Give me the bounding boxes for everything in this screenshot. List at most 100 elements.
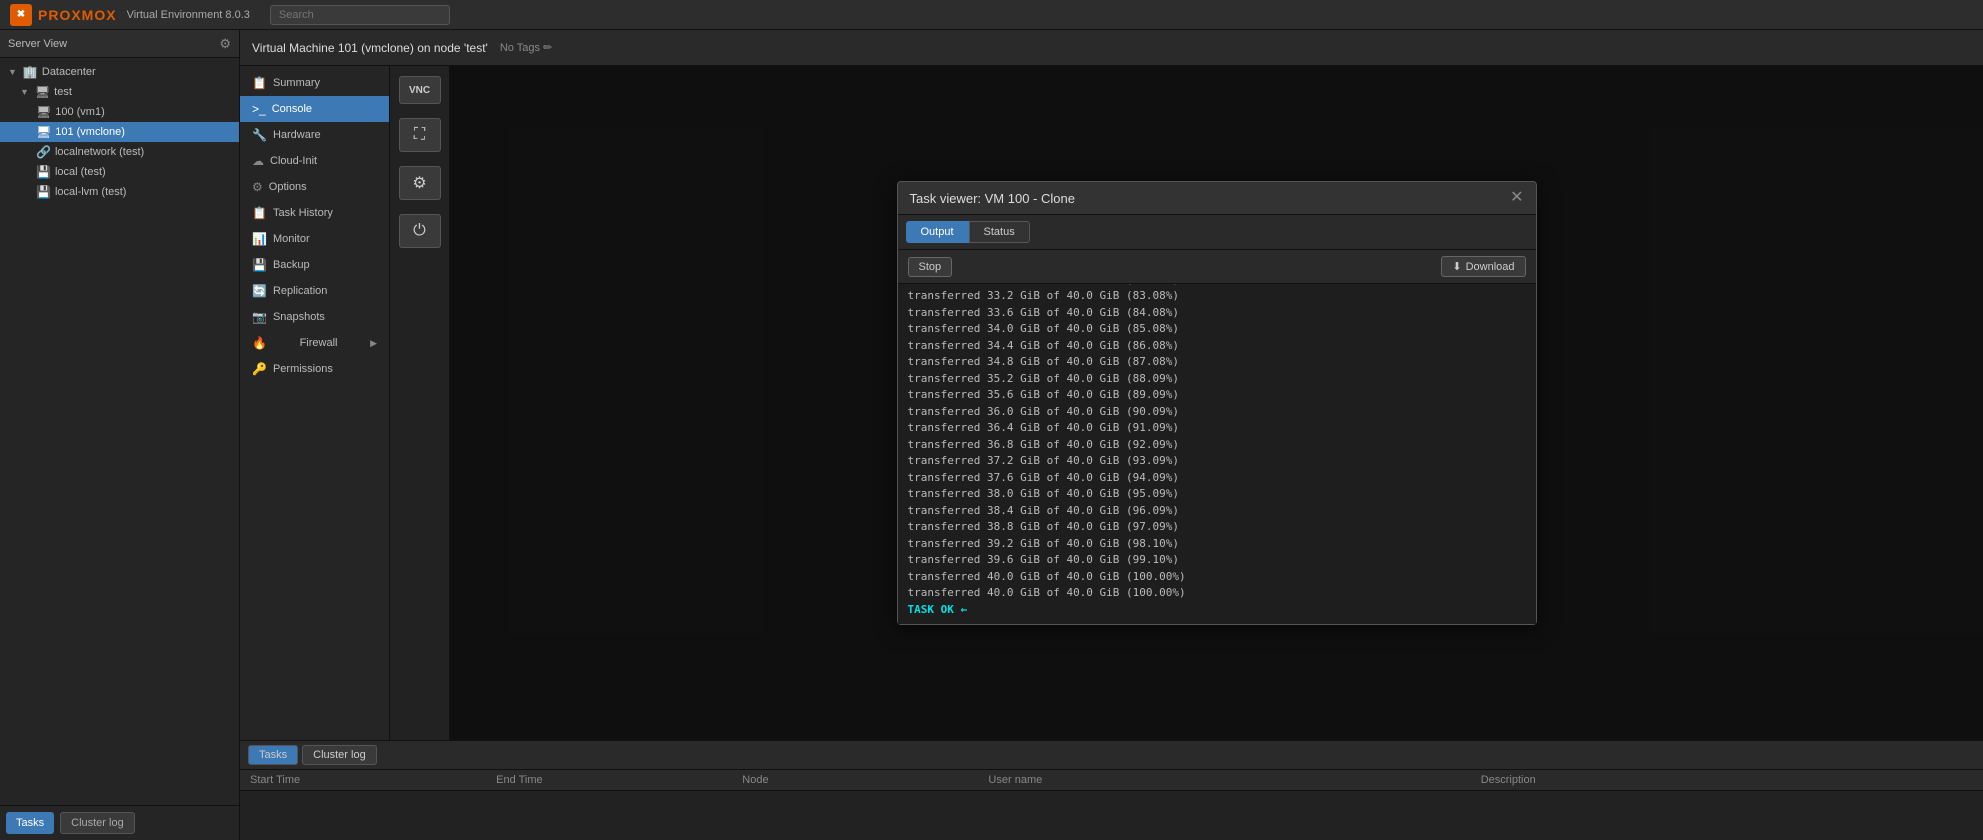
left-nav: 📋 Summary >_ Console 🔧 Hardware ☁ Cloud-… [240,66,390,740]
tree-item-vm100[interactable]: 🖥 100 (vm1) [0,102,239,122]
nav-label-permissions: Permissions [273,363,333,375]
tree-label-vm100: 100 (vm1) [55,106,105,118]
chevron-right-icon: ▶ [370,338,377,349]
split-area: 📋 Summary >_ Console 🔧 Hardware ☁ Cloud-… [240,66,1983,740]
nav-label-monitor: Monitor [273,233,310,245]
hardware-icon: 🔧 [252,128,267,142]
modal-close-button[interactable]: ✕ [1510,190,1523,206]
clusterlog-tab-button[interactable]: Cluster log [60,812,135,834]
nav-item-console[interactable]: >_ Console [240,96,389,122]
topbar: ✖ PROXMOX Virtual Environment 8.0.3 [0,0,1983,30]
log-line: transferred 38.4 GiB of 40.0 GiB (96.09%… [908,503,1526,520]
options-icon: ⚙ [252,180,263,194]
storage-icon: 💾 [36,185,51,199]
vnc-fullscreen-button[interactable]: ⛶ [399,118,441,152]
brand-subtitle: Virtual Environment 8.0.3 [127,9,250,21]
main-layout: Server View ⚙ ▼ 🏢 Datacenter ▼ 🖥 test 🖥 … [0,30,1983,840]
tree-item-local[interactable]: 💾 local (test) [0,162,239,182]
vnc-settings-button[interactable]: ⚙ [399,166,441,200]
tab-output[interactable]: Output [906,221,969,243]
modal-toolbar: Stop ⬇ Download [898,250,1536,284]
nav-label-replication: Replication [273,285,327,297]
log-line: transferred 35.6 GiB of 40.0 GiB (89.09%… [908,387,1526,404]
tree-item-test[interactable]: ▼ 🖥 test [0,82,239,102]
vnc-button[interactable]: VNC [399,76,441,104]
tree-label-test: test [54,86,72,98]
search-input[interactable] [270,5,450,25]
log-line: transferred 39.2 GiB of 40.0 GiB (98.10%… [908,536,1526,553]
vm-title: Virtual Machine 101 (vmclone) on node 't… [252,41,488,55]
log-line: transferred 38.0 GiB of 40.0 GiB (95.09%… [908,486,1526,503]
modal-overlay: Task viewer: VM 100 - Clone ✕ Output Sta… [450,66,1983,740]
content-area: Virtual Machine 101 (vmclone) on node 't… [240,30,1983,840]
nav-item-snapshots[interactable]: 📷 Snapshots [240,304,389,330]
stop-button[interactable]: Stop [908,257,953,277]
col-endtime: End Time [496,774,742,786]
nav-item-cloudinit[interactable]: ☁ Cloud-Init [240,148,389,174]
nav-label-console: Console [272,103,312,115]
log-line: transferred 38.8 GiB of 40.0 GiB (97.09%… [908,519,1526,536]
bottom-tab-tasks[interactable]: Tasks [248,745,298,765]
log-line: transferred 35.2 GiB of 40.0 GiB (88.09%… [908,371,1526,388]
nav-item-replication[interactable]: 🔄 Replication [240,278,389,304]
edit-icon: ✏ [543,42,552,54]
replication-icon: 🔄 [252,284,267,298]
download-button[interactable]: ⬇ Download [1441,256,1525,277]
tree-label-locallvm: local-lvm (test) [55,186,127,198]
backup-icon: 💾 [252,258,267,272]
task-ok-line: TASK OK ← [908,602,1526,619]
nav-label-snapshots: Snapshots [273,311,325,323]
log-line: transferred 34.4 GiB of 40.0 GiB (86.08%… [908,338,1526,355]
tab-status[interactable]: Status [969,221,1030,243]
modal-header: Task viewer: VM 100 - Clone ✕ [898,182,1536,215]
vm-icon: 🖥 [36,105,51,119]
download-icon: ⬇ [1452,260,1461,273]
summary-icon: 📋 [252,76,267,90]
tree-area: ▼ 🏢 Datacenter ▼ 🖥 test 🖥 100 (vm1) 🖥 10… [0,58,239,805]
tree-item-locallvm[interactable]: 💾 local-lvm (test) [0,182,239,202]
tags-label: No Tags [500,42,540,54]
tree-item-localnetwork[interactable]: 🔗 localnetwork (test) [0,142,239,162]
network-icon: 🔗 [36,145,51,159]
vnc-power-button[interactable]: ⏻ [399,214,441,248]
log-line: transferred 40.0 GiB of 40.0 GiB (100.00… [908,585,1526,602]
log-line: transferred 33.2 GiB of 40.0 GiB (83.08%… [908,288,1526,305]
logo-area: ✖ PROXMOX Virtual Environment 8.0.3 [10,4,250,26]
modal-tabs: Output Status [898,215,1536,250]
col-description: Description [1481,774,1973,786]
bottom-tab-clusterlog[interactable]: Cluster log [302,745,377,765]
vm-icon: 🖥 [36,125,51,139]
taskhistory-icon: 📋 [252,206,267,220]
nav-item-summary[interactable]: 📋 Summary [240,70,389,96]
sidebar-header: Server View ⚙ [0,30,239,58]
nav-item-permissions[interactable]: 🔑 Permissions [240,356,389,382]
log-line: transferred 34.0 GiB of 40.0 GiB (85.08%… [908,321,1526,338]
log-line: transferred 36.0 GiB of 40.0 GiB (90.09%… [908,404,1526,421]
nav-label-taskhistory: Task History [273,207,333,219]
log-line: transferred 36.4 GiB of 40.0 GiB (91.09%… [908,420,1526,437]
nav-item-taskhistory[interactable]: 📋 Task History [240,200,389,226]
nav-label-options: Options [269,181,307,193]
nav-item-options[interactable]: ⚙ Options [240,174,389,200]
tree-label-local: local (test) [55,166,106,178]
modal-title: Task viewer: VM 100 - Clone [910,191,1075,206]
nav-item-hardware[interactable]: 🔧 Hardware [240,122,389,148]
tasks-tab-button[interactable]: Tasks [6,812,54,834]
tree-item-datacenter[interactable]: ▼ 🏢 Datacenter [0,62,239,82]
tree-item-vm101[interactable]: 🖥 101 (vmclone) [0,122,239,142]
table-header: Start Time End Time Node User name Descr… [240,770,1983,791]
gear-icon[interactable]: ⚙ [219,36,231,52]
tags-area[interactable]: No Tags ✏ [500,41,552,54]
bottom-area: Tasks Cluster log Start Time End Time No… [240,740,1983,840]
bottom-buttons: Tasks Cluster log [0,805,239,840]
nav-item-firewall[interactable]: 🔥 Firewall ▶ [240,330,389,356]
log-line: transferred 34.8 GiB of 40.0 GiB (87.08%… [908,354,1526,371]
nav-item-backup[interactable]: 💾 Backup [240,252,389,278]
log-line: transferred 33.6 GiB of 40.0 GiB (84.08%… [908,305,1526,322]
proxmox-logo: ✖ [10,4,32,26]
log-line: transferred 40.0 GiB of 40.0 GiB (100.00… [908,569,1526,586]
modal-log[interactable]: transferred 31.6 GiB of 40.0 GiB (79.08%… [898,284,1536,624]
nav-item-monitor[interactable]: 📊 Monitor [240,226,389,252]
sidebar-view-label: Server View [8,38,67,50]
col-username: User name [988,774,1480,786]
